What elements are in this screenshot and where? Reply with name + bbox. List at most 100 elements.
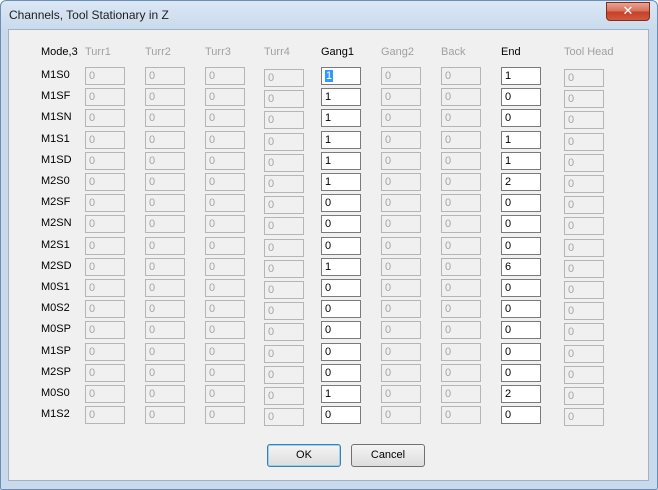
- value-text: 0: [209, 218, 216, 230]
- value-field-m0s1-turr4: 0: [264, 281, 304, 299]
- value-field-m2s0-end[interactable]: 2: [501, 173, 541, 191]
- value-field-m2sf-gang1[interactable]: 0: [321, 194, 361, 212]
- value-field-m2sn-back: 0: [441, 215, 481, 233]
- value-field-m2s1-end[interactable]: 0: [501, 237, 541, 255]
- value-text: 0: [325, 409, 332, 421]
- value-text: 0: [149, 197, 156, 209]
- column-header-turr2: Turr2: [145, 46, 171, 58]
- value-field-m1s1-gang2: 0: [381, 131, 421, 149]
- value-field-m1s0-tool-head: 0: [564, 69, 604, 87]
- value-field-m2sn-end[interactable]: 0: [501, 215, 541, 233]
- value-text: 0: [568, 178, 575, 190]
- value-text: 6: [505, 261, 512, 273]
- value-field-m1s1-end[interactable]: 1: [501, 131, 541, 149]
- value-field-m2sd-end[interactable]: 6: [501, 258, 541, 276]
- value-field-m1sd-gang1[interactable]: 1: [321, 152, 361, 170]
- value-text: 0: [209, 303, 216, 315]
- value-text: 0: [568, 242, 575, 254]
- row-label-m1sf: M1SF: [41, 90, 71, 102]
- close-icon: ✕: [622, 3, 634, 18]
- value-field-m2sf-end[interactable]: 0: [501, 194, 541, 212]
- value-field-m1sp-gang1[interactable]: 0: [321, 343, 361, 361]
- value-field-m2sp-end[interactable]: 0: [501, 364, 541, 382]
- value-field-m1s1-turr1: 0: [85, 131, 125, 149]
- value-field-m1s2-gang1[interactable]: 0: [321, 406, 361, 424]
- value-field-m1sd-end[interactable]: 1: [501, 152, 541, 170]
- value-text: 0: [505, 112, 512, 124]
- value-text: 0: [505, 303, 512, 315]
- value-text: 0: [445, 112, 452, 124]
- value-field-m2s0-turr3: 0: [205, 173, 245, 191]
- close-button[interactable]: ✕: [606, 2, 650, 21]
- value-text: 1: [505, 155, 512, 167]
- value-field-m1sf-gang2: 0: [381, 88, 421, 106]
- value-field-m2sd-turr2: 0: [145, 258, 185, 276]
- row-label-m1sp: M1SP: [41, 345, 71, 357]
- value-field-m0s2-end[interactable]: 0: [501, 300, 541, 318]
- value-text: 0: [149, 176, 156, 188]
- value-field-m1sf-turr3: 0: [205, 88, 245, 106]
- value-field-m2sn-gang1[interactable]: 0: [321, 215, 361, 233]
- row-label-m2sf: M2SF: [41, 196, 71, 208]
- value-field-m0s0-turr2: 0: [145, 385, 185, 403]
- value-text: 0: [445, 91, 452, 103]
- value-field-m2sp-tool-head: 0: [564, 366, 604, 384]
- value-text: 0: [325, 367, 332, 379]
- value-field-m2s1-back: 0: [441, 237, 481, 255]
- value-field-m1s2-end[interactable]: 0: [501, 406, 541, 424]
- value-field-m0s2-turr4: 0: [264, 302, 304, 320]
- value-text: 1: [325, 134, 332, 146]
- row-label-m2s1: M2S1: [41, 239, 70, 251]
- value-field-m0s1-end[interactable]: 0: [501, 279, 541, 297]
- value-field-m2s1-turr1: 0: [85, 237, 125, 255]
- value-field-m1s0-gang1[interactable]: 1: [321, 67, 361, 85]
- value-field-m1sn-end[interactable]: 0: [501, 109, 541, 127]
- value-field-m0s2-gang1[interactable]: 0: [321, 300, 361, 318]
- value-field-m2s1-gang1[interactable]: 0: [321, 237, 361, 255]
- value-field-m0s0-end[interactable]: 2: [501, 385, 541, 403]
- value-field-m2sp-gang1[interactable]: 0: [321, 364, 361, 382]
- value-field-m0s1-turr1: 0: [85, 279, 125, 297]
- value-field-m1sn-turr1: 0: [85, 109, 125, 127]
- value-field-m1sn-gang1[interactable]: 1: [321, 109, 361, 127]
- value-text: 1: [505, 134, 512, 146]
- value-field-m0s1-gang1[interactable]: 0: [321, 279, 361, 297]
- value-text: 0: [445, 70, 452, 82]
- value-text: 0: [209, 409, 216, 421]
- value-field-m1sp-back: 0: [441, 343, 481, 361]
- value-field-m1s0-end[interactable]: 1: [501, 67, 541, 85]
- value-field-m2s0-gang1[interactable]: 1: [321, 173, 361, 191]
- value-text: 0: [209, 367, 216, 379]
- value-text: 0: [445, 282, 452, 294]
- value-text: 0: [568, 136, 575, 148]
- value-field-m1s2-back: 0: [441, 406, 481, 424]
- value-field-m0s0-gang1[interactable]: 1: [321, 385, 361, 403]
- value-field-m0sp-end[interactable]: 0: [501, 321, 541, 339]
- value-text: 0: [568, 157, 575, 169]
- column-header-turr3: Turr3: [205, 46, 231, 58]
- ok-button[interactable]: OK: [267, 444, 341, 467]
- value-field-m1s1-gang1[interactable]: 1: [321, 131, 361, 149]
- column-header-back: Back: [441, 46, 466, 58]
- value-field-m1sf-end[interactable]: 0: [501, 88, 541, 106]
- value-field-m1sn-turr3: 0: [205, 109, 245, 127]
- value-field-m1sf-gang1[interactable]: 1: [321, 88, 361, 106]
- value-text: 0: [505, 324, 512, 336]
- cancel-button[interactable]: Cancel: [351, 444, 425, 467]
- value-field-m0sp-turr4: 0: [264, 323, 304, 341]
- value-text: 0: [568, 72, 575, 84]
- value-text: 0: [149, 282, 156, 294]
- value-text: 0: [89, 218, 96, 230]
- value-text: 0: [149, 112, 156, 124]
- value-text: 0: [568, 114, 575, 126]
- value-text: 0: [445, 155, 452, 167]
- value-field-m2s0-back: 0: [441, 173, 481, 191]
- value-field-m1sp-end[interactable]: 0: [501, 343, 541, 361]
- value-field-m2sd-turr1: 0: [85, 258, 125, 276]
- value-field-m1s0-turr4: 0: [264, 69, 304, 87]
- value-field-m0sp-gang1[interactable]: 0: [321, 321, 361, 339]
- value-field-m0s2-tool-head: 0: [564, 302, 604, 320]
- value-text: 0: [325, 218, 332, 230]
- value-field-m2sd-gang1[interactable]: 1: [321, 258, 361, 276]
- title-bar[interactable]: Channels, Tool Stationary in Z ✕: [1, 1, 657, 29]
